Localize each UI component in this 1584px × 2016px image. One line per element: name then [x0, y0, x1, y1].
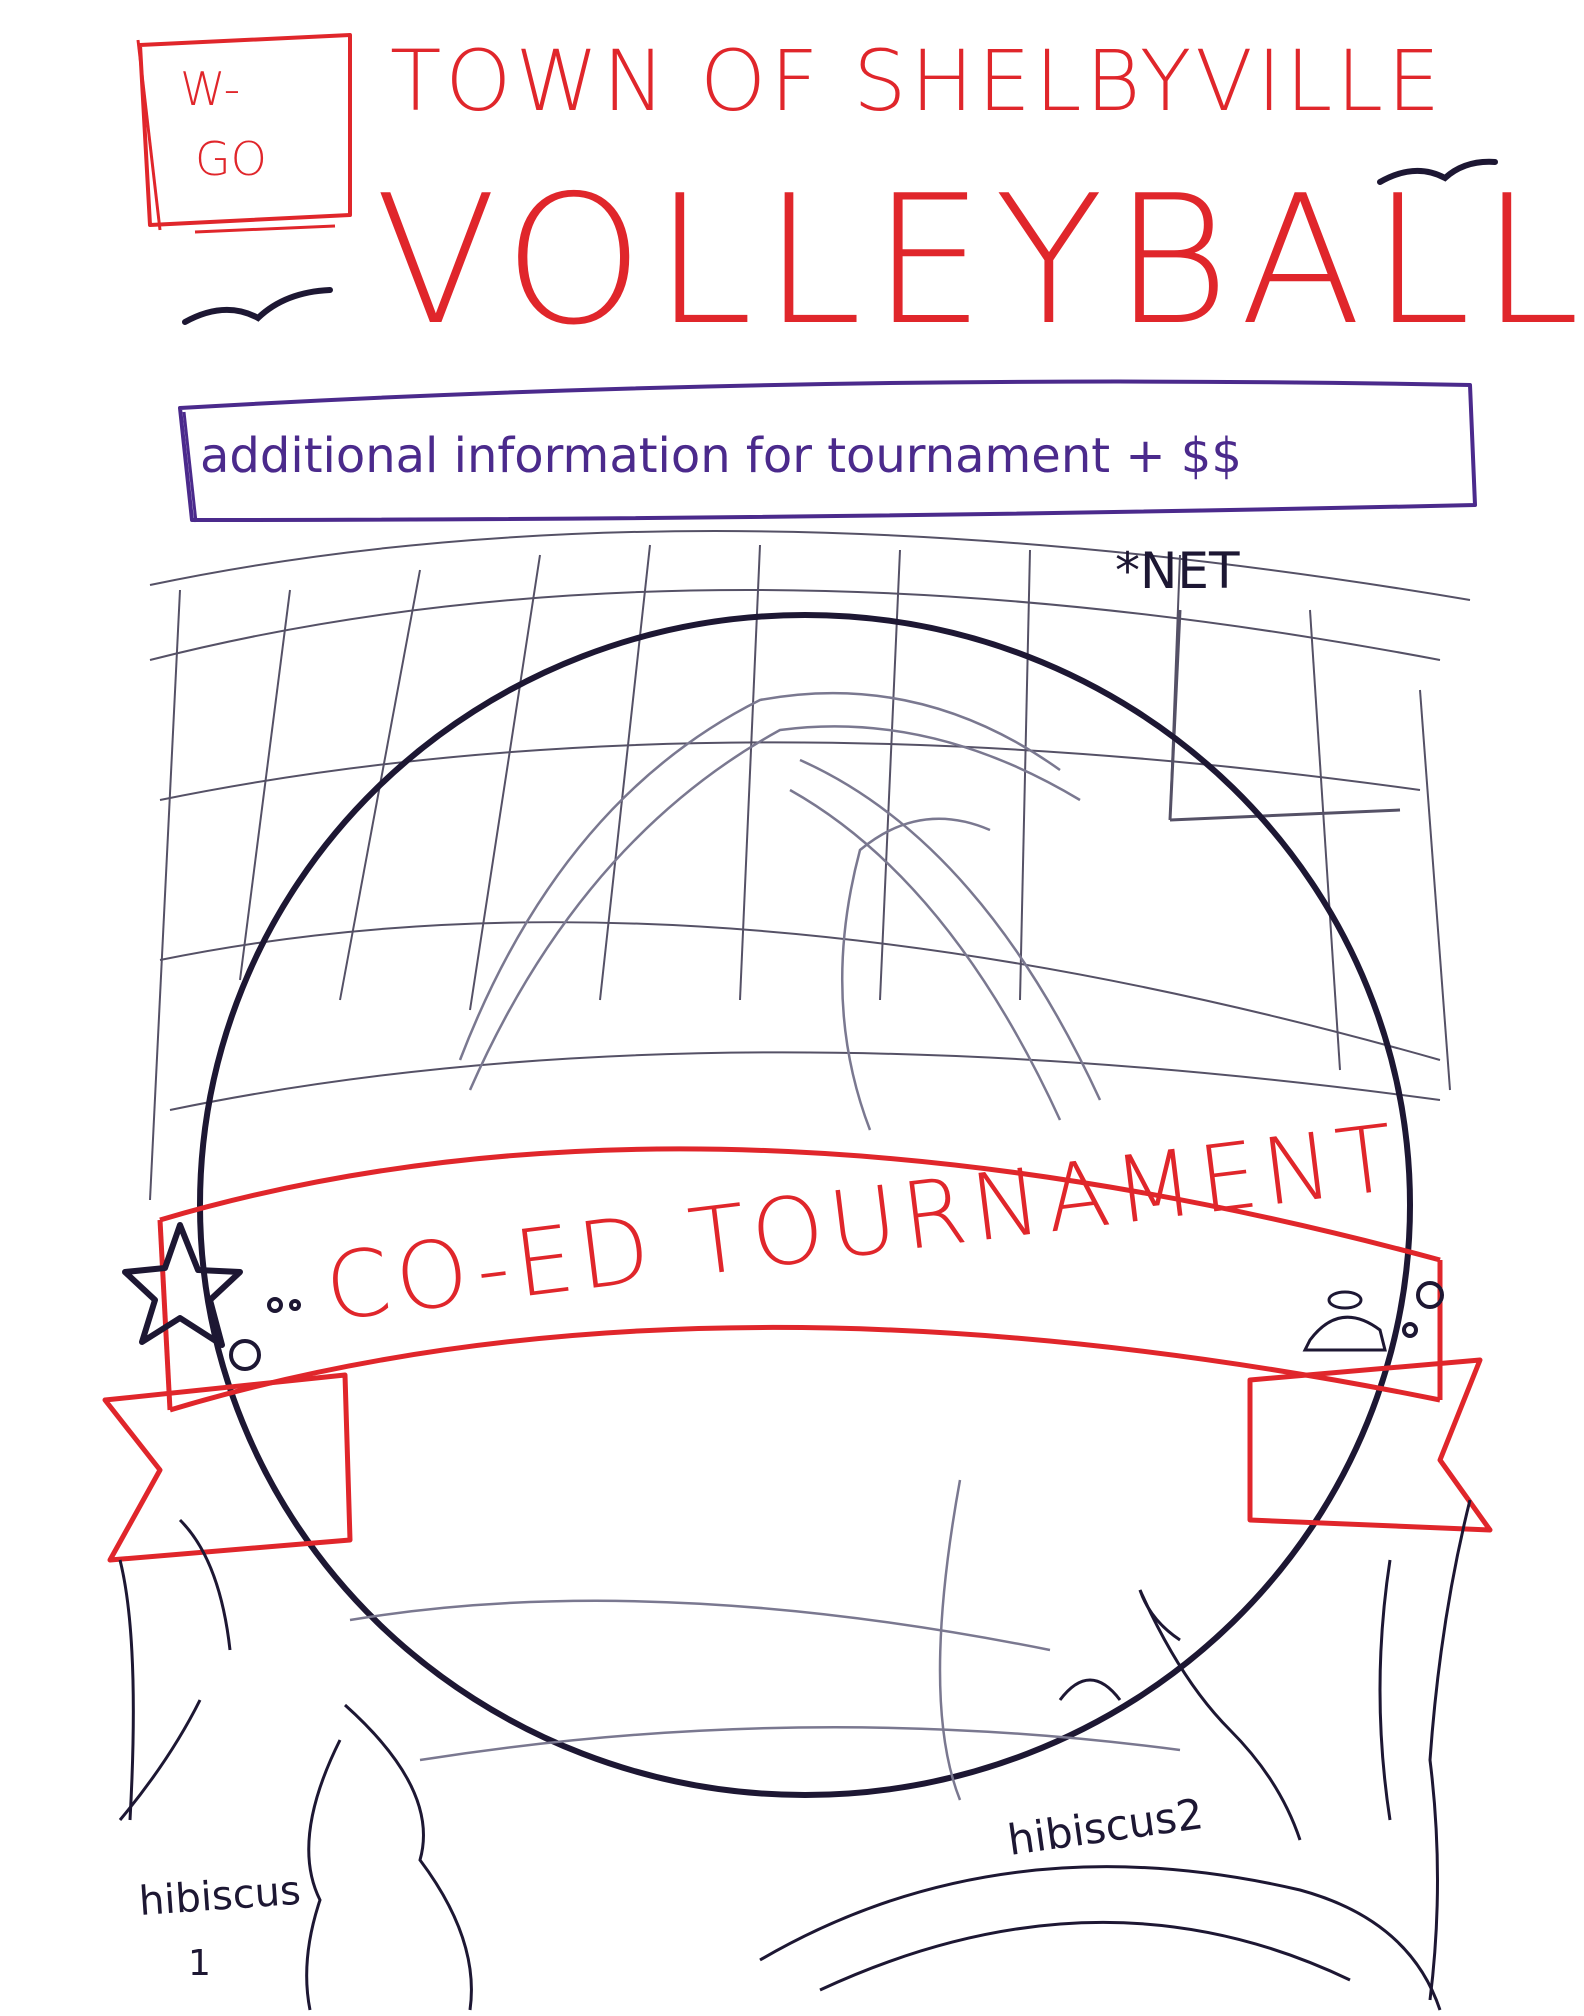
hibiscus-sketch-left	[118, 1518, 473, 2011]
ribbon-text: CO-ED TOURNAMENT	[320, 1104, 1406, 1342]
net-annotation: *NET	[1115, 542, 1240, 600]
logo-line2: GO	[195, 132, 267, 186]
sport-title: VOLLEYBALL	[375, 157, 1584, 364]
info-banner-text: additional information for tournament + …	[200, 428, 1242, 484]
hibiscus-sketch-right	[759, 1499, 1472, 2011]
info-banner: additional information for tournament + …	[178, 379, 1477, 523]
shell-icon	[1302, 1290, 1387, 1352]
poster-sketch: W- GO TOWN OF SHELBYVILLE VOLLEYBALL add…	[0, 0, 1584, 2016]
hibiscus1-annotation: hibiscus	[137, 1868, 302, 1925]
logo-box: W- GO	[136, 33, 352, 234]
bird-icon	[182, 287, 333, 325]
star-icon	[122, 1222, 243, 1348]
hibiscus2-annotation: hibiscus2	[1005, 1789, 1207, 1865]
logo-line1: W-	[180, 62, 240, 116]
hibiscus1-number: 1	[188, 1943, 211, 1984]
town-title: TOWN OF SHELBYVILLE	[390, 32, 1444, 130]
net-sketch	[149, 530, 1471, 1201]
